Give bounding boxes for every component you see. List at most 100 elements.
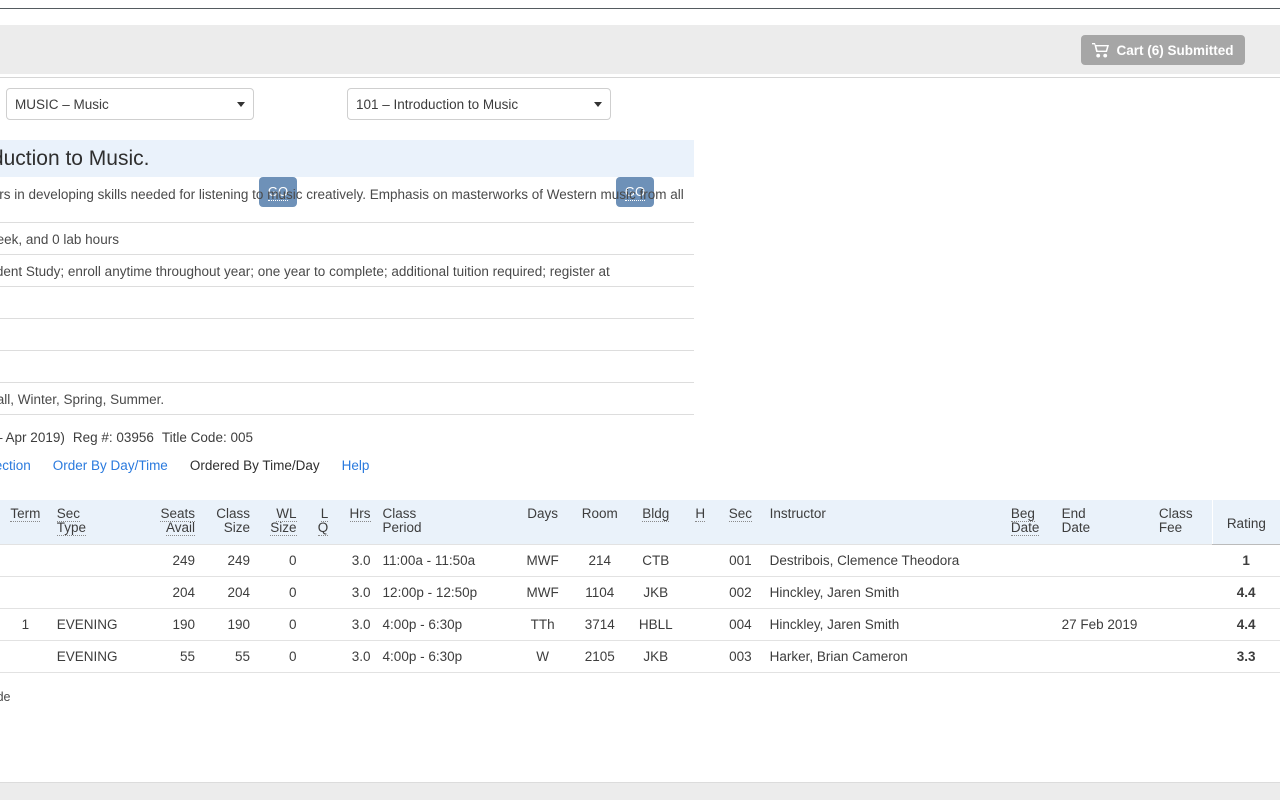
cart-submitted-button[interactable]: Cart (6) Submitted <box>1081 35 1245 65</box>
cell-rating[interactable]: 4.4 <box>1212 576 1280 609</box>
cell-days: W <box>514 640 572 673</box>
table-row[interactable]: 204 204 0 3.0 12:00p - 12:50p MWF 1104 J… <box>0 576 1280 609</box>
cell-seats-avail: 249 <box>135 544 201 577</box>
cell-class-size: 55 <box>200 640 256 673</box>
col-header-hrs[interactable]: Hrs <box>334 500 377 545</box>
col-header-h[interactable]: H <box>683 500 718 545</box>
col-header-class-size[interactable]: Class Size <box>200 500 256 545</box>
course-hours-text: 3.0 credit hours, 3 lecture hours a week… <box>0 232 119 247</box>
cell-wl-size: 0 <box>255 544 303 577</box>
course-number-select-value: 101 – Introduction to Music <box>356 96 519 112</box>
cell-rating[interactable]: 1 <box>1212 544 1280 577</box>
cell-hrs: 3.0 <box>334 544 377 577</box>
cell-class-period: 12:00p - 12:50p <box>376 576 515 609</box>
course-detail-row-blank-1 <box>0 287 694 319</box>
sort-link-order-by-day-time[interactable]: Order By Day/Time <box>53 458 168 473</box>
col-header-sec[interactable]: Sec <box>717 500 764 545</box>
cell-instructor: Hinckley, Jaren Smith <box>763 576 1005 609</box>
cell-days: TTh <box>514 608 572 641</box>
top-divider <box>0 8 1280 9</box>
trailing-cut-label: Title Code <box>0 690 11 704</box>
department-select[interactable]: MUSIC – Music <box>6 88 254 120</box>
table-header-row: Term Sec Type Seats Avail Class Size WL Size… <box>0 500 1280 545</box>
col-header-room[interactable]: Room <box>571 500 629 545</box>
cell-wl-size: 0 <box>255 608 303 641</box>
col-header-instructor[interactable]: Instructor <box>763 500 1005 545</box>
cell-wl-size: 0 <box>255 576 303 609</box>
course-selector-row: MUSIC – Music GO 101 – Introduction to M… <box>0 88 1280 207</box>
sort-link-help[interactable]: Help <box>342 458 370 473</box>
cell-room: 2105 <box>571 640 629 673</box>
cell-rating[interactable]: 4.4 <box>1212 608 1280 641</box>
cell-wl-size: 0 <box>255 640 303 673</box>
cell-seats-avail: 55 <box>135 640 201 673</box>
sort-link-order-by-section[interactable]: Order By Section <box>0 458 31 473</box>
cell-bldg: HBLL <box>628 608 684 641</box>
chevron-down-icon <box>237 101 245 107</box>
cell-instructor: Hinckley, Jaren Smith <box>763 608 1005 641</box>
cell-sec-type: EVENING <box>50 608 136 641</box>
cell-bldg: JKB <box>628 640 684 673</box>
col-header-sec-type[interactable]: Sec Type <box>50 500 136 545</box>
cell-instructor: Harker, Brian Cameron <box>763 640 1005 673</box>
cell-end-date <box>1055 640 1153 673</box>
col-header-end-date[interactable]: End Date <box>1055 500 1153 545</box>
col-header-wl-size[interactable]: WL Size <box>255 500 303 545</box>
shopping-cart-icon <box>1092 42 1110 58</box>
class-sections-table: Term Sec Type Seats Avail Class Size WL Size… <box>0 500 1280 673</box>
cell-class-size: 190 <box>200 608 256 641</box>
cell-class-fee <box>1152 576 1213 609</box>
cell-beg-date <box>1004 640 1056 673</box>
page-root: Cart (6) Submitted MUSIC – Music GO 101 … <box>0 0 1280 800</box>
col-header-class-fee[interactable]: Class Fee <box>1152 500 1213 545</box>
table-row[interactable]: 249 249 0 3.0 11:00a - 11:50a MWF 214 CT… <box>0 544 1280 577</box>
col-header-class-period[interactable]: Class Period <box>376 500 515 545</box>
cell-class-period: 4:00p - 6:30p <box>376 608 515 641</box>
col-header-rating[interactable]: Rating <box>1211 500 1280 545</box>
cell-end-date <box>1055 576 1153 609</box>
cell-sec: 001 <box>717 544 764 577</box>
col-header-beg-date[interactable]: Beg Date <box>1004 500 1056 545</box>
course-description-row: For non-music majors in developing skill… <box>0 177 694 223</box>
cell-term <box>0 576 51 609</box>
col-header-lq[interactable]: LQ <box>302 500 335 545</box>
cart-button-label: Cart (6) Submitted <box>1116 42 1234 58</box>
col-header-bldg[interactable]: Bldg <box>628 500 684 545</box>
cell-term: 1 <box>0 608 51 641</box>
course-detail-row-blank-2 <box>0 319 694 351</box>
table-row[interactable]: EVENING 55 55 0 3.0 4:00p - 6:30p W 2105… <box>0 640 1280 673</box>
course-title-text: MUSIC 101 – Introduction to Music. <box>0 146 150 170</box>
cell-class-fee <box>1152 640 1213 673</box>
registration-title-code: Title Code: 005 <box>161 430 253 445</box>
cell-term <box>0 640 51 673</box>
cell-hrs: 3.0 <box>334 640 377 673</box>
cell-class-fee <box>1152 544 1213 577</box>
col-header-term[interactable]: Term <box>0 500 51 545</box>
course-hours-row: 3.0 credit hours, 3 lecture hours a week… <box>0 223 694 255</box>
course-detail-panel: MUSIC 101 – Introduction to Music. For n… <box>0 140 694 415</box>
chevron-down-icon <box>594 101 602 107</box>
col-header-seats-avail[interactable]: Seats Avail <box>135 500 201 545</box>
cell-sec: 003 <box>717 640 764 673</box>
cell-beg-date <box>1004 576 1056 609</box>
trailing-cut-text: Title Code <box>0 690 11 704</box>
sort-current-ordered-by-time-day: Ordered By Time/Day <box>189 458 320 473</box>
course-detail-row-blank-3 <box>0 351 694 383</box>
cell-lq <box>302 576 335 609</box>
cell-beg-date <box>1004 608 1056 641</box>
cell-h <box>683 544 718 577</box>
cell-rating[interactable]: 3.3 <box>1212 640 1280 673</box>
col-header-days[interactable]: Days <box>514 500 572 545</box>
cell-h <box>683 576 718 609</box>
page-footer <box>0 782 1280 800</box>
cell-lq <box>302 608 335 641</box>
table-row[interactable]: 1 EVENING 190 190 0 3.0 4:00p - 6:30p TT… <box>0 608 1280 641</box>
cell-room: 1104 <box>571 576 629 609</box>
department-select-value: MUSIC – Music <box>15 96 109 112</box>
cell-lq <box>302 640 335 673</box>
cell-instructor: Destribois, Clemence Theodora <box>763 544 1005 577</box>
cell-bldg: JKB <box>628 576 684 609</box>
cell-class-size: 249 <box>200 544 256 577</box>
cell-bldg: CTB <box>628 544 684 577</box>
course-number-select[interactable]: 101 – Introduction to Music <box>347 88 611 120</box>
